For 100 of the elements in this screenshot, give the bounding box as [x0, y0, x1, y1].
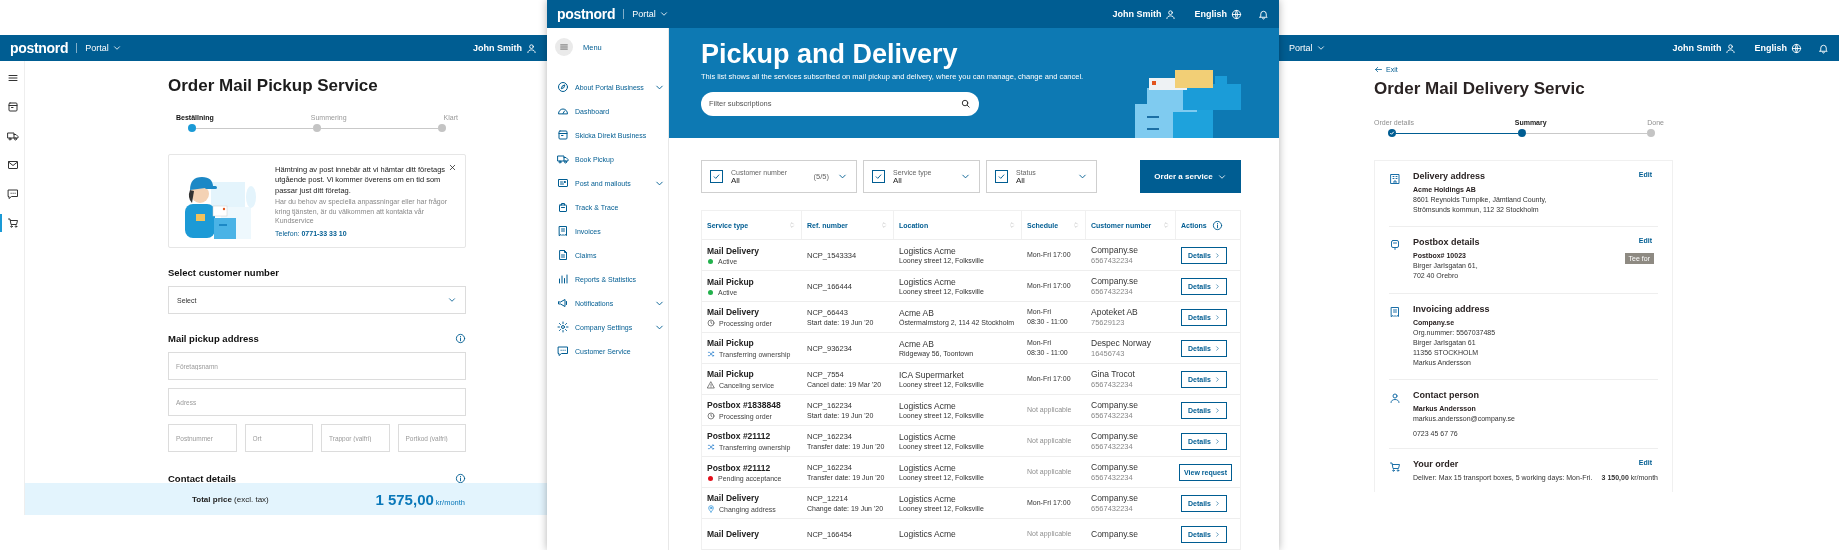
bar-chart-icon — [557, 273, 569, 285]
location-name: Logistics Acme — [899, 246, 957, 256]
sort-icon — [880, 221, 888, 229]
chevron-right-icon — [1213, 530, 1221, 538]
info-icon — [455, 333, 466, 344]
chevron-right-icon — [1213, 375, 1221, 383]
portal-menu[interactable]: Portal — [76, 43, 122, 53]
checkbox[interactable] — [995, 170, 1008, 183]
customer-name: Company.se — [1091, 400, 1140, 410]
section-heading: Contact details — [168, 473, 237, 483]
location-name: Logistics Acme — [899, 277, 957, 287]
chevron-right-icon — [1213, 437, 1221, 445]
section-title: Your order — [1413, 459, 1459, 470]
service-type: Postbox #1838848 — [707, 400, 782, 410]
document-icon — [557, 249, 569, 261]
notifications-button[interactable] — [1258, 8, 1269, 20]
chevron-right-icon — [1213, 251, 1221, 259]
logo: postnord — [10, 40, 69, 56]
service-type: Mail Delivery — [707, 245, 760, 256]
user-icon — [1725, 42, 1737, 54]
chevron-right-icon — [1213, 344, 1221, 352]
truck-icon — [557, 153, 569, 165]
total-amount: 1 575,00 — [375, 490, 434, 508]
page-title: Order Mail Delivery Servic — [1374, 79, 1586, 99]
user-icon — [526, 42, 537, 54]
arrow-left-icon — [1374, 65, 1383, 74]
info-button[interactable] — [455, 473, 466, 483]
close-icon — [448, 163, 457, 172]
customer-name: Company.se — [1091, 529, 1140, 539]
page-title: Pickup and Delivery — [701, 40, 959, 70]
location-name: Logistics Acme — [899, 463, 957, 473]
info-icon — [455, 473, 466, 483]
clock-icon — [707, 319, 715, 327]
customer-name: Company.se — [1091, 276, 1140, 286]
checkmark-icon — [997, 172, 1006, 181]
close-button[interactable] — [448, 163, 457, 172]
user-icon — [1389, 392, 1401, 405]
settings-icon — [557, 321, 569, 333]
postbox-icon — [1389, 239, 1401, 252]
sort-icon — [1072, 221, 1080, 229]
checkbox[interactable] — [872, 170, 885, 183]
envelope-icon — [7, 159, 19, 171]
sort-icon — [1162, 221, 1170, 229]
section-heading: Mail pickup address — [168, 333, 259, 344]
language-menu[interactable]: English — [1194, 8, 1242, 20]
info-icon — [1211, 219, 1223, 231]
customer-name: Gina Trocot — [1091, 369, 1136, 379]
clock-icon — [707, 412, 715, 420]
service-type: Postbox #21112 — [707, 431, 772, 441]
section-heading: Select customer number — [168, 267, 279, 278]
language-menu[interactable]: English — [1754, 42, 1802, 54]
total-price-label: Total price (excl. tax) — [192, 494, 269, 504]
service-type: Mail Pickup — [707, 338, 755, 348]
chevron-down-icon — [111, 43, 122, 53]
service-type: Mail Delivery — [707, 493, 760, 503]
building-icon — [1389, 173, 1401, 185]
chevron-right-icon — [1213, 406, 1221, 414]
service-type: Mail Pickup — [707, 276, 755, 287]
portal-menu[interactable]: Portal — [623, 9, 669, 19]
menu-icon — [559, 42, 569, 52]
gauge-icon — [557, 105, 569, 117]
user-menu[interactable]: John Smith — [473, 42, 537, 54]
customer-name: Company.se — [1091, 462, 1140, 472]
customer-name: Company.se — [1091, 245, 1140, 255]
section-title: Postbox details — [1413, 237, 1480, 248]
customer-name: Company.se — [1091, 431, 1140, 441]
shuffle-icon — [707, 443, 715, 451]
shuffle-icon — [707, 350, 715, 358]
checkmark-icon — [874, 172, 883, 181]
chevron-down-icon — [1315, 43, 1326, 53]
globe-icon — [1231, 8, 1242, 20]
page-title: Order Mail Pickup Service — [168, 76, 379, 96]
service-type: Postbox #21112 — [707, 462, 772, 473]
checkbox[interactable] — [710, 170, 723, 183]
notifications-button[interactable] — [1818, 42, 1829, 54]
order-service-button[interactable]: Order a service — [1140, 160, 1241, 193]
cart-icon — [1389, 461, 1401, 474]
location-name: ICA Supermarket — [899, 370, 965, 380]
chevron-down-icon — [447, 295, 457, 305]
user-menu[interactable]: John Smith — [1672, 42, 1737, 54]
user-menu[interactable]: John Smith — [1112, 8, 1177, 20]
location-name: Logistics Acme — [899, 401, 957, 411]
location-name: Logistics Acme — [899, 529, 957, 539]
location-pin-icon — [707, 505, 715, 513]
search-icon — [960, 98, 971, 110]
service-type: Mail Delivery — [707, 529, 760, 539]
chat-icon — [7, 188, 19, 200]
location-name: Acme AB — [899, 308, 935, 318]
bell-icon — [1258, 8, 1269, 20]
user-icon — [1165, 8, 1177, 20]
info-button[interactable] — [455, 333, 466, 344]
sort-icon — [1008, 221, 1016, 229]
customer-name: Apoteket AB — [1091, 307, 1139, 317]
section-title: Invoicing address — [1413, 303, 1490, 314]
location-name: Acme AB — [899, 339, 935, 349]
compass-icon — [557, 81, 569, 93]
sort-icon — [788, 221, 796, 229]
location-name: Logistics Acme — [899, 432, 957, 442]
portal-menu[interactable]: Portal — [1289, 43, 1326, 53]
cart-icon — [7, 217, 19, 229]
